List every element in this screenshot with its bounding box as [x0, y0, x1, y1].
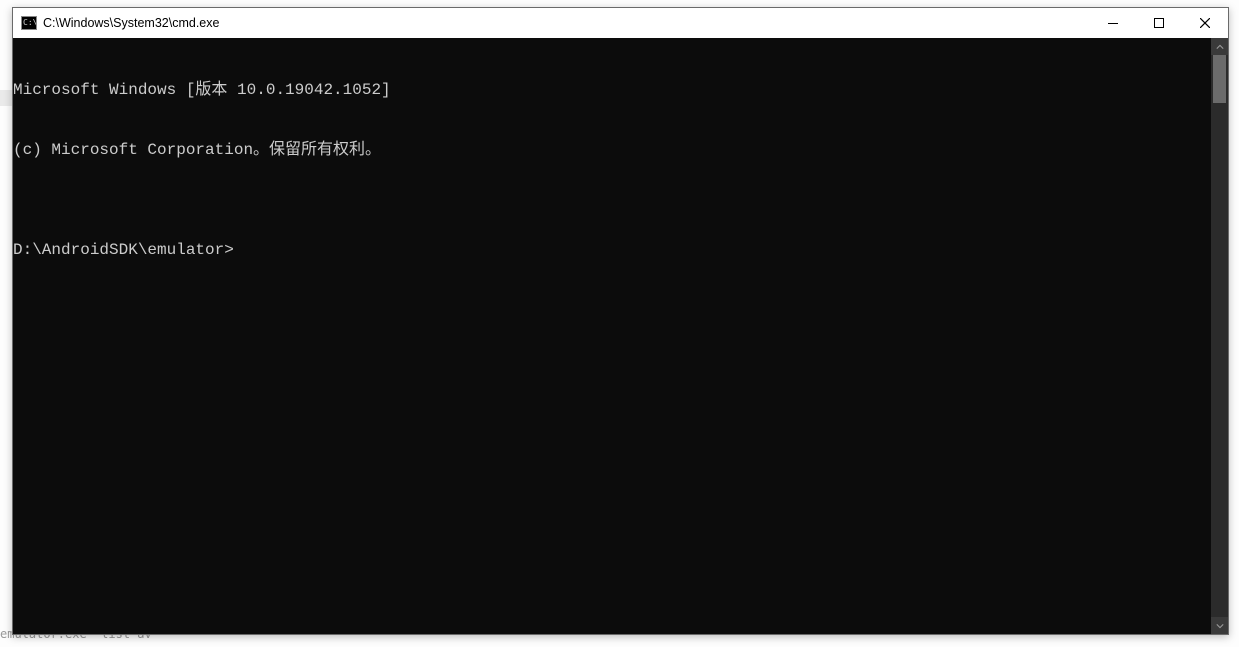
- close-icon: [1200, 18, 1210, 28]
- maximize-button[interactable]: [1136, 8, 1182, 38]
- terminal-line: Microsoft Windows [版本 10.0.19042.1052]: [13, 80, 1211, 100]
- scroll-down-button[interactable]: [1211, 617, 1228, 634]
- maximize-icon: [1154, 18, 1164, 28]
- chevron-up-icon: [1216, 43, 1224, 51]
- titlebar[interactable]: C:\ C:\Windows\System32\cmd.exe: [13, 8, 1228, 38]
- scrollbar-track[interactable]: [1211, 55, 1228, 617]
- cmd-icon: C:\: [21, 15, 37, 31]
- close-button[interactable]: [1182, 8, 1228, 38]
- terminal-line: (c) Microsoft Corporation。保留所有权利。: [13, 140, 1211, 160]
- cmd-window: C:\ C:\Windows\System32\cmd.exe Microsof…: [12, 7, 1229, 635]
- vertical-scrollbar[interactable]: [1211, 38, 1228, 634]
- terminal-prompt[interactable]: D:\AndroidSDK\emulator>: [13, 240, 1211, 260]
- scroll-up-button[interactable]: [1211, 38, 1228, 55]
- terminal-output[interactable]: Microsoft Windows [版本 10.0.19042.1052] (…: [13, 38, 1211, 634]
- client-area: Microsoft Windows [版本 10.0.19042.1052] (…: [13, 38, 1228, 634]
- minimize-button[interactable]: [1090, 8, 1136, 38]
- scrollbar-thumb[interactable]: [1213, 55, 1226, 103]
- minimize-icon: [1108, 23, 1118, 24]
- chevron-down-icon: [1216, 622, 1224, 630]
- window-title: C:\Windows\System32\cmd.exe: [43, 16, 219, 30]
- window-controls: [1090, 8, 1228, 38]
